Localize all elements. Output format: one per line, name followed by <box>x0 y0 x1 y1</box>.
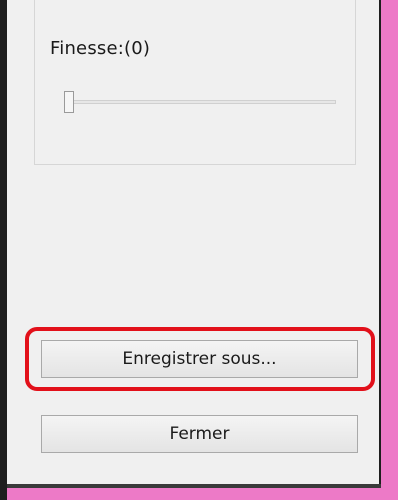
background-frame-right <box>381 0 398 500</box>
background-frame-bottom <box>7 488 398 500</box>
save-as-button[interactable]: Enregistrer sous... <box>41 340 358 378</box>
window-border-left <box>0 0 7 500</box>
finesse-slider-track[interactable] <box>64 100 336 104</box>
finesse-groupbox <box>34 0 356 165</box>
close-button[interactable]: Fermer <box>41 415 358 453</box>
finesse-slider-thumb[interactable] <box>64 91 74 113</box>
finesse-label: Finesse:(0) <box>50 38 151 59</box>
